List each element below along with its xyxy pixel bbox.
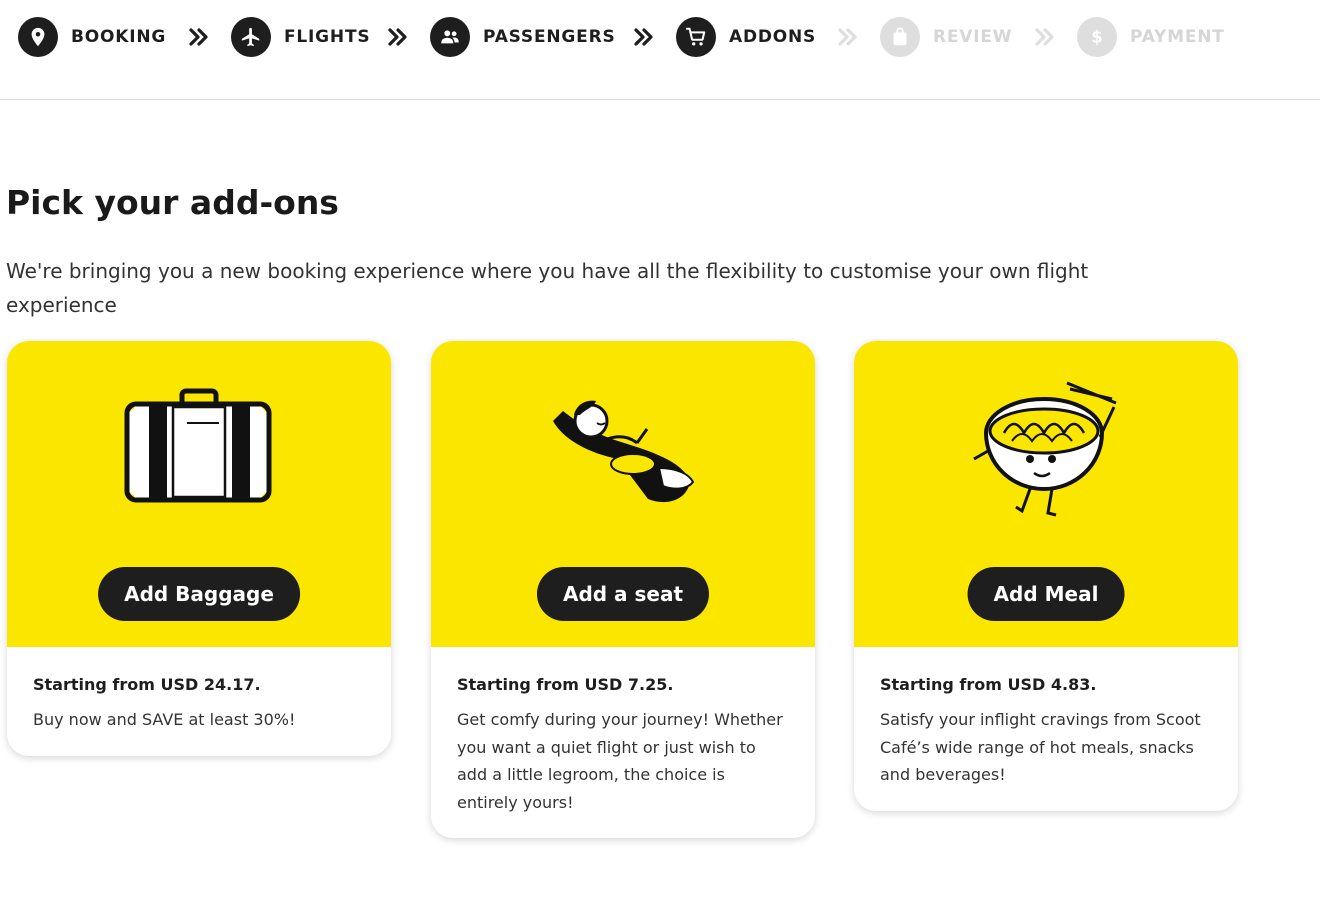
card-body: Starting from USD 7.25. Get comfy during…: [431, 647, 815, 838]
step-label: PASSENGERS: [483, 27, 616, 47]
price-text: Starting from USD 4.83.: [880, 675, 1097, 694]
step-label: BOOKING: [71, 27, 167, 47]
airplane-icon: [231, 17, 271, 57]
card-banner: Add Baggage: [7, 341, 391, 647]
double-chevron-icon: [838, 28, 857, 46]
location-pin-icon: [18, 17, 58, 57]
step-flights[interactable]: FLIGHTS: [231, 16, 370, 58]
page-title: Pick your add-ons: [6, 183, 339, 222]
step-label: FLIGHTS: [284, 27, 371, 47]
card-description: Buy now and SAVE at least 30%!: [33, 710, 296, 729]
addon-card-meal: Add Meal Starting from USD 4.83. Satisfy…: [854, 341, 1238, 811]
card-description: Get comfy during your journey! Whether y…: [457, 710, 783, 812]
cart-icon: [676, 17, 716, 57]
price-text: Starting from USD 24.17.: [33, 675, 261, 694]
add-meal-button[interactable]: Add Meal: [967, 567, 1125, 621]
step-review: REVIEW: [880, 16, 1012, 58]
step-label: PAYMENT: [1130, 27, 1225, 47]
addon-card-seat: Add a seat Starting from USD 7.25. Get c…: [431, 341, 815, 838]
card-body: Starting from USD 4.83. Satisfy your inf…: [854, 647, 1238, 811]
svg-text:$: $: [1091, 28, 1102, 47]
card-description: Satisfy your inflight cravings from Scoo…: [880, 710, 1201, 784]
step-label: ADDONS: [729, 27, 817, 47]
double-chevron-icon: [1035, 28, 1054, 46]
step-passengers[interactable]: PASSENGERS: [430, 16, 616, 58]
page-subtitle: We're bringing you a new booking experie…: [6, 259, 1089, 317]
booking-stepper: BOOKING FLIGHTS PASSENGERS ADDONS REVIEW: [0, 0, 1320, 100]
step-label: REVIEW: [933, 27, 1013, 47]
double-chevron-icon: [189, 28, 208, 46]
double-chevron-icon: [634, 28, 653, 46]
noodle-bowl-illustration: [973, 381, 1117, 517]
reclining-passenger-illustration: [553, 400, 695, 503]
step-booking[interactable]: BOOKING: [18, 16, 166, 58]
bag-icon: [880, 17, 920, 57]
price-text: Starting from USD 7.25.: [457, 675, 674, 694]
card-banner: Add a seat: [431, 341, 815, 647]
step-payment: $ PAYMENT: [1077, 16, 1225, 58]
double-chevron-icon: [388, 28, 407, 46]
add-seat-button[interactable]: Add a seat: [536, 567, 710, 621]
suitcase-illustration: [124, 388, 272, 503]
addon-card-baggage: Add Baggage Starting from USD 24.17. Buy…: [7, 341, 391, 756]
add-baggage-button[interactable]: Add Baggage: [98, 567, 300, 621]
card-body: Starting from USD 24.17. Buy now and SAV…: [7, 647, 391, 756]
people-icon: [430, 17, 470, 57]
card-banner: Add Meal: [854, 341, 1238, 647]
dollar-icon: $: [1077, 17, 1117, 57]
step-addons[interactable]: ADDONS: [676, 16, 816, 58]
